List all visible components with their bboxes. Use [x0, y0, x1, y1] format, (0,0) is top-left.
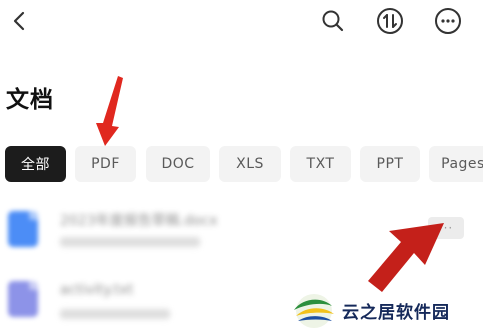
annotation-arrow-down	[96, 76, 123, 146]
document-icon	[8, 211, 38, 247]
tab-all[interactable]: 全部	[5, 146, 66, 182]
file-meta	[60, 237, 200, 247]
file-meta	[60, 309, 170, 319]
tab-doc[interactable]: DOC	[146, 146, 210, 182]
watermark-logo: 云之居软件园	[288, 290, 483, 332]
file-name: 2023年度报告草稿.docx	[60, 213, 218, 229]
logo-emblem	[294, 294, 334, 328]
search-button[interactable]	[317, 5, 349, 37]
more-horizontal-icon	[435, 8, 461, 34]
tab-xls[interactable]: XLS	[219, 146, 281, 182]
top-bar	[0, 0, 483, 44]
back-button[interactable]	[4, 5, 36, 37]
sort-button[interactable]	[374, 5, 406, 37]
sort-updown-icon	[377, 8, 403, 34]
page-title: 文档	[6, 87, 54, 113]
tab-pdf[interactable]: PDF	[75, 146, 136, 182]
chevron-left-icon	[13, 11, 25, 31]
file-row[interactable]: 2023年度报告草稿.docx ···	[0, 205, 483, 255]
file-name: activity.txt	[60, 282, 134, 298]
tab-pages[interactable]: Pages	[429, 146, 483, 182]
search-icon	[322, 10, 344, 32]
more-options-button[interactable]	[432, 5, 464, 37]
tab-txt[interactable]: TXT	[290, 146, 351, 182]
file-more-button[interactable]: ···	[428, 217, 464, 239]
tab-ppt[interactable]: PPT	[360, 146, 420, 182]
watermark-text: 云之居软件园	[342, 303, 450, 323]
filter-tabs: 全部 PDF DOC XLS TXT PPT Pages	[0, 146, 483, 182]
text-file-icon	[8, 281, 38, 317]
